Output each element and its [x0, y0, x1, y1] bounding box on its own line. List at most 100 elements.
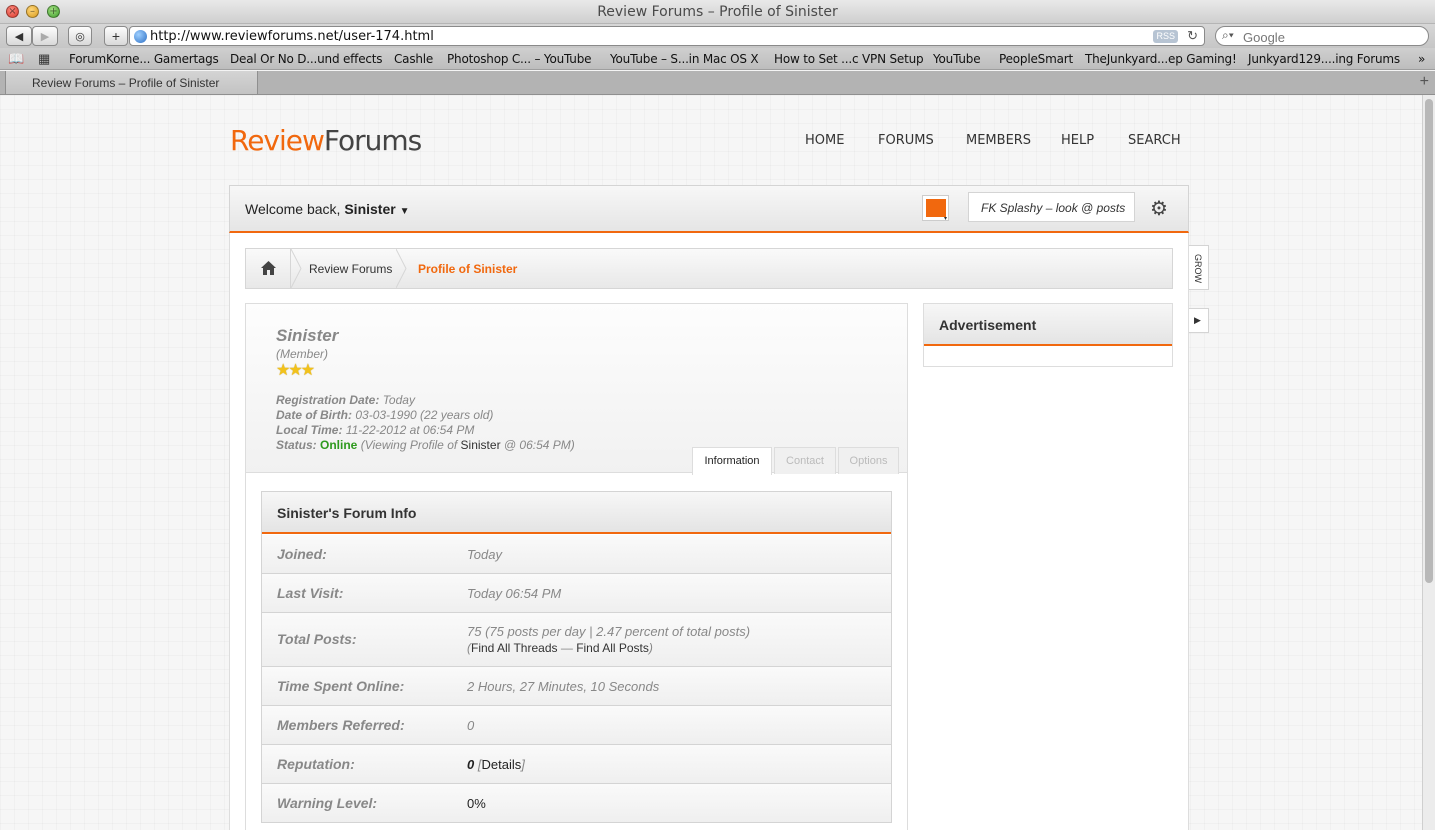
corner-arrow-icon: ▾	[943, 216, 947, 222]
row-total-posts: Total Posts: 75 (75 posts per day | 2.47…	[262, 613, 891, 667]
local-time: Local Time: 11-22-2012 at 06:54 PM	[276, 423, 474, 437]
grid-icon[interactable]: ▦	[38, 51, 50, 67]
status-online: Online	[320, 438, 358, 452]
search-placeholder: Google	[1243, 30, 1285, 45]
bookmarks-overflow-icon[interactable]: »	[1418, 52, 1425, 66]
status-detail-name[interactable]: Sinister	[461, 438, 501, 452]
grow-side-tab[interactable]: GROW	[1189, 245, 1209, 290]
sidebar-toggle-button[interactable]: ▶	[1189, 308, 1209, 333]
vertical-scrollbar[interactable]	[1422, 95, 1435, 830]
find-all-posts-link[interactable]: Find All Posts	[576, 641, 649, 655]
shoutbox-text: FK Splashy – look @ posts	[981, 201, 1126, 215]
status-label: Status:	[276, 438, 317, 452]
welcome-username: Sinister	[344, 201, 396, 217]
welcome-text: Welcome back,	[245, 201, 341, 217]
forward-arrow-icon: ▶	[40, 30, 50, 43]
browser-tab-title: Review Forums – Profile of Sinister	[32, 76, 220, 90]
bookmark-item[interactable]: ForumKorne... Gamertags	[69, 52, 219, 66]
last-visit-label: Last Visit:	[277, 585, 344, 601]
find-links: (Find All Threads — Find All Posts)	[467, 641, 653, 655]
joined-label: Joined:	[277, 546, 327, 562]
dropdown-arrow-icon: ▼	[399, 206, 410, 217]
scrollbar-thumb[interactable]	[1425, 99, 1433, 583]
time-online-label: Time Spent Online:	[277, 678, 405, 694]
browser-tab[interactable]: Review Forums – Profile of Sinister	[5, 71, 258, 95]
tab-information[interactable]: Information	[692, 447, 772, 475]
bookmarks-bar: 📖 ▦ ForumKorne... Gamertags Deal Or No D…	[0, 48, 1435, 70]
book-icon[interactable]: 📖	[8, 51, 24, 67]
window-titlebar: × – + Review Forums – Profile of Siniste…	[0, 0, 1435, 24]
nav-home[interactable]: HOME	[805, 133, 844, 148]
breadcrumb-review-forums[interactable]: Review Forums	[309, 262, 392, 276]
find-separator: —	[560, 641, 573, 655]
forward-button[interactable]: ▶	[32, 26, 58, 46]
nav-help[interactable]: HELP	[1061, 133, 1094, 148]
search-field[interactable]: ⌕▾ Google	[1215, 26, 1429, 46]
registration-value: Today	[382, 393, 415, 407]
advertisement-header: Advertisement	[924, 304, 1172, 346]
breadcrumb-home-button[interactable]	[246, 249, 291, 288]
bookmark-item[interactable]: YouTube – S...in Mac OS X	[610, 52, 759, 66]
logo-part-forums: Forums	[323, 124, 422, 157]
status: Status: Online (Viewing Profile of Sinis…	[276, 438, 575, 452]
reload-icon[interactable]: ↻	[1187, 28, 1198, 44]
bookmark-item[interactable]: Photoshop C... – YouTube	[447, 52, 592, 66]
row-reputation: Reputation: 0 [Details]	[262, 745, 891, 784]
nav-search[interactable]: SEARCH	[1128, 133, 1181, 148]
stop-icon: ◎	[75, 30, 85, 43]
tab-contact[interactable]: Contact	[774, 447, 836, 474]
logo-part-review: Review	[230, 124, 325, 157]
tab-options[interactable]: Options	[838, 447, 899, 474]
time-online-value: 2 Hours, 27 Minutes, 10 Seconds	[467, 679, 660, 694]
site-logo[interactable]: ReviewForums	[230, 124, 422, 157]
arrow-right-icon: ▶	[1194, 315, 1201, 325]
back-button[interactable]: ◀	[6, 26, 32, 46]
rss-button[interactable]: RSS	[1153, 30, 1178, 43]
warning-label: Warning Level:	[277, 795, 378, 811]
reputation-value-group: 0 [Details]	[467, 757, 525, 772]
browser-toolbar: ◀ ▶ ◎ + http://www.reviewforums.net/user…	[0, 24, 1435, 48]
bookmark-item[interactable]: How to Set ...c VPN Setup	[774, 52, 924, 66]
forum-info-title: Sinister's Forum Info	[277, 505, 417, 521]
status-detail-pre: (Viewing Profile of	[360, 438, 458, 452]
nav-forums[interactable]: FORUMS	[878, 133, 934, 148]
profile-header: Sinister (Member) ★★★ Registration Date:…	[246, 304, 907, 475]
stop-button[interactable]: ◎	[68, 26, 92, 46]
reputation-label: Reputation:	[277, 756, 355, 772]
grow-label: GROW	[1193, 254, 1203, 283]
address-bar[interactable]: http://www.reviewforums.net/user-174.htm…	[129, 26, 1205, 46]
tab-bar: Review Forums – Profile of Sinister +	[0, 71, 1435, 95]
local-time-value: 11-22-2012 at 06:54 PM	[345, 423, 475, 437]
welcome-bar: Welcome back, Sinister ▼ ▾ FK Splashy – …	[229, 185, 1189, 233]
star-rating-icons: ★★★	[276, 362, 315, 379]
address-url[interactable]: http://www.reviewforums.net/user-174.htm…	[150, 29, 434, 44]
bookmark-item[interactable]: YouTube	[933, 52, 981, 66]
advertisement-box: Advertisement	[923, 303, 1173, 367]
bookmark-item[interactable]: Junkyard129....ing Forums	[1248, 52, 1400, 66]
bookmark-item[interactable]: PeopleSmart	[999, 52, 1073, 66]
forum-info-box: Sinister's Forum Info Joined: Today Last…	[261, 491, 892, 823]
referred-value: 0	[467, 718, 475, 733]
dob-label: Date of Birth:	[276, 408, 352, 422]
gear-icon[interactable]: ⚙	[1150, 196, 1168, 221]
nav-members[interactable]: MEMBERS	[966, 133, 1031, 148]
home-icon	[261, 261, 276, 275]
welcome-menu[interactable]: Welcome back, Sinister ▼	[245, 201, 410, 217]
add-bookmark-button[interactable]: +	[104, 26, 128, 46]
plus-icon: +	[111, 28, 121, 44]
profile-name: Sinister	[276, 326, 339, 345]
bookmark-item[interactable]: Cashle	[394, 52, 433, 66]
bookmark-item[interactable]: TheJunkyard...ep Gaming!	[1085, 52, 1237, 66]
dob-value: 03-03-1990 (22 years old)	[355, 408, 494, 422]
search-icon: ⌕▾	[1222, 28, 1234, 42]
date-of-birth: Date of Birth: 03-03-1990 (22 years old)	[276, 408, 493, 422]
bookmark-item[interactable]: Deal Or No D...und effects	[230, 52, 383, 66]
color-picker-button[interactable]: ▾	[922, 195, 949, 222]
registration-label: Registration Date:	[276, 393, 380, 407]
reputation-details-link[interactable]: Details	[481, 757, 521, 772]
new-tab-icon[interactable]: +	[1420, 73, 1429, 91]
registration-date: Registration Date: Today	[276, 393, 415, 407]
profile-panel: Sinister (Member) ★★★ Registration Date:…	[245, 303, 908, 830]
find-all-threads-link[interactable]: Find All Threads	[471, 641, 558, 655]
shoutbox-message[interactable]: FK Splashy – look @ posts	[968, 192, 1135, 222]
